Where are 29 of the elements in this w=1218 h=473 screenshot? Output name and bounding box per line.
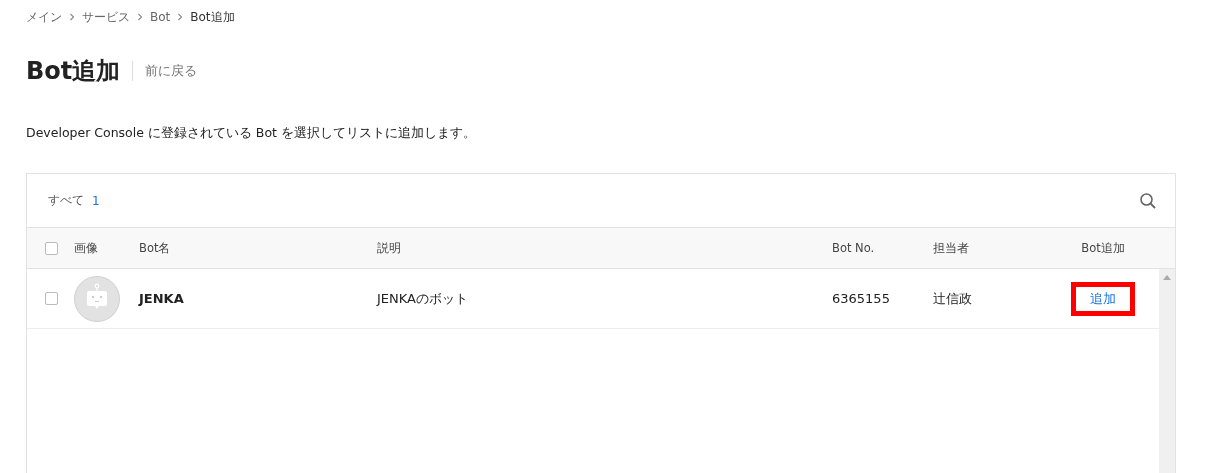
- bot-no-header: Bot No.: [832, 241, 876, 255]
- chevron-icon: [68, 13, 76, 21]
- chevron-icon: [136, 13, 144, 21]
- count-label: 1: [92, 193, 100, 208]
- image-header: 画像: [74, 240, 99, 256]
- back-link[interactable]: 前に戻る: [145, 62, 198, 80]
- breadcrumb-item: Bot追加: [190, 8, 235, 26]
- breadcrumb-item[interactable]: メイン: [26, 8, 62, 26]
- manager-header: 担当者: [933, 240, 970, 256]
- scroll-up-icon[interactable]: [1163, 275, 1171, 280]
- filter-label[interactable]: すべて: [48, 192, 84, 209]
- bot-name: JENKA: [139, 291, 185, 306]
- robot-avatar-icon: [74, 275, 120, 322]
- bot-number: 6365155: [832, 291, 891, 306]
- breadcrumb-item[interactable]: Bot: [150, 10, 171, 24]
- select-all-checkbox[interactable]: [45, 241, 58, 255]
- chevron-icon: [176, 13, 185, 21]
- add-header: Bot追加: [1081, 240, 1125, 256]
- row-checkbox[interactable]: [45, 292, 58, 305]
- search-icon[interactable]: [1139, 191, 1157, 210]
- add-link[interactable]: 追加: [1071, 281, 1135, 316]
- scrollbar[interactable]: [1159, 269, 1175, 473]
- bot-description: JENKAのボット: [377, 289, 469, 308]
- manager-name: 辻信政: [933, 289, 973, 308]
- description-header: 説明: [377, 240, 402, 256]
- description-text: Developer Console に登録されている Bot を選択してリストに追加します。: [26, 125, 477, 142]
- page-title: Bot追加: [26, 56, 121, 87]
- name-header: Bot名: [139, 240, 172, 256]
- breadcrumb-item[interactable]: サービス: [82, 8, 130, 26]
